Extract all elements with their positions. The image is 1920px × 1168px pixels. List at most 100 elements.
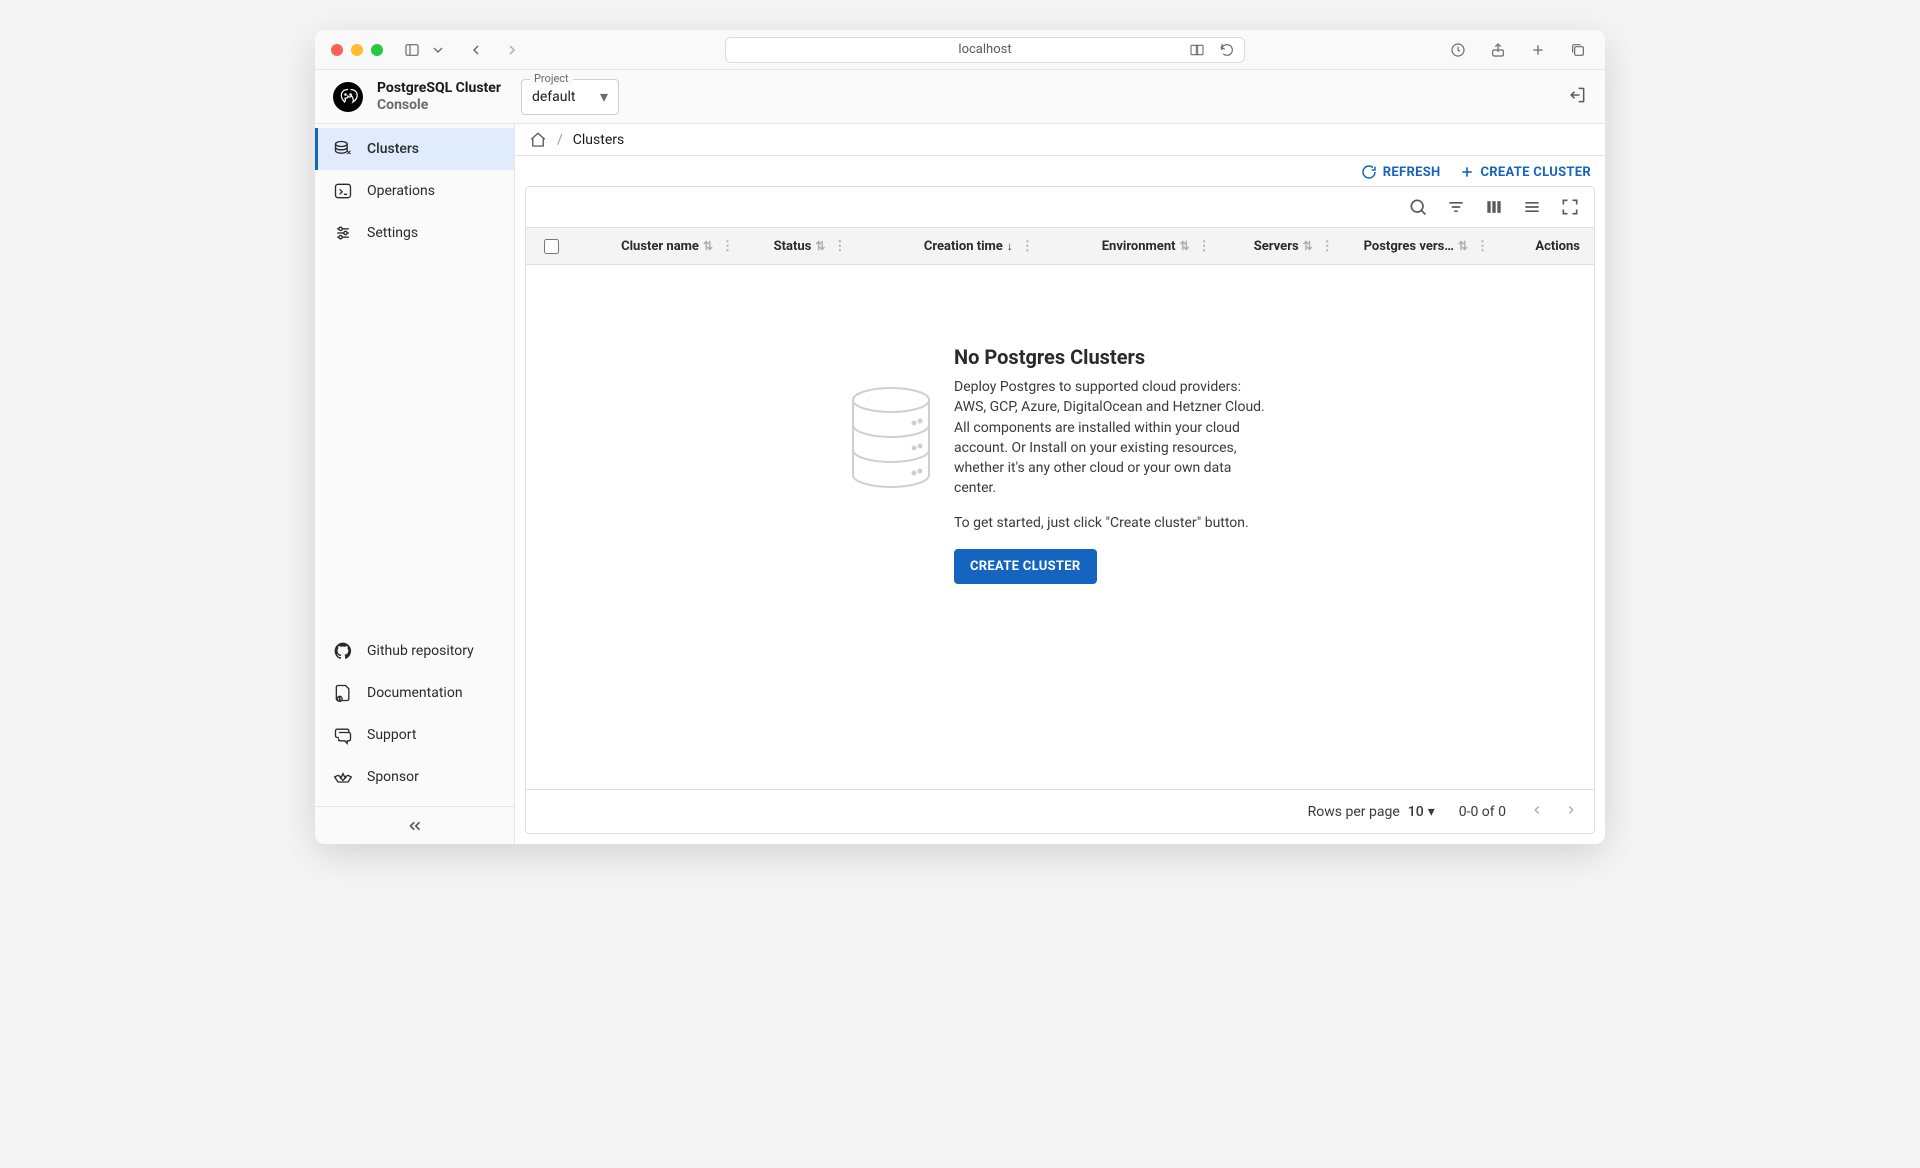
tabs-icon[interactable]: [1567, 39, 1589, 61]
app-body: Clusters Operations Settings Github repo…: [315, 124, 1605, 844]
sidebar-nav: Clusters Operations Settings: [315, 124, 514, 622]
sidebar-item-operations[interactable]: Operations: [315, 170, 514, 212]
search-icon[interactable]: [1408, 197, 1428, 217]
maximize-window-button[interactable]: [371, 44, 383, 56]
column-status[interactable]: Status ⇅ ⋮: [742, 239, 854, 254]
browser-window: localhost: [315, 30, 1605, 844]
plus-icon: [1459, 164, 1475, 180]
breadcrumb: / Clusters: [515, 124, 1605, 156]
database-icon: [333, 139, 353, 159]
sort-icon: ⇅: [703, 239, 713, 253]
forward-button[interactable]: [501, 39, 523, 61]
column-cluster-name[interactable]: Cluster name ⇅ ⋮: [576, 239, 742, 254]
back-button[interactable]: [465, 39, 487, 61]
reader-icon[interactable]: [1186, 39, 1208, 61]
filter-icon[interactable]: [1446, 197, 1466, 217]
sidebar-item-label: Settings: [367, 225, 418, 241]
rows-per-page-select[interactable]: 10 ▾: [1408, 804, 1435, 820]
sidebar-item-support[interactable]: Support: [315, 714, 514, 756]
history-icon[interactable]: [1447, 39, 1469, 61]
sort-desc-icon: ↓: [1007, 239, 1013, 253]
app-title-block: PostgreSQL Cluster Console: [377, 80, 501, 112]
app-logo: [333, 82, 363, 112]
column-menu-icon[interactable]: ⋮: [829, 239, 846, 254]
sidebar-item-label: Operations: [367, 183, 435, 199]
support-icon: [333, 725, 353, 745]
pagination-range: 0-0 of 0: [1459, 804, 1506, 820]
column-menu-icon[interactable]: ⋮: [1472, 239, 1489, 254]
column-actions: Actions: [1497, 239, 1594, 254]
column-menu-icon[interactable]: ⋮: [717, 239, 734, 254]
column-servers[interactable]: Servers ⇅ ⋮: [1219, 239, 1342, 254]
chevron-double-left-icon: [406, 817, 424, 835]
column-postgres-version[interactable]: Postgres vers… ⇅ ⋮: [1342, 239, 1497, 254]
operations-icon: [333, 181, 353, 201]
select-all-checkbox[interactable]: [526, 239, 576, 254]
column-menu-icon[interactable]: ⋮: [1317, 239, 1334, 254]
column-creation-time[interactable]: Creation time ↓ ⋮: [854, 239, 1041, 254]
sidebar: Clusters Operations Settings Github repo…: [315, 124, 515, 844]
new-tab-icon[interactable]: [1527, 39, 1549, 61]
reload-icon[interactable]: [1216, 39, 1238, 61]
page-actions: REFRESH CREATE CLUSTER: [515, 156, 1605, 186]
create-cluster-label: CREATE CLUSTER: [1481, 165, 1592, 180]
sidebar-toggle-icon[interactable]: [401, 39, 423, 61]
empty-state: No Postgres Clusters Deploy Postgres to …: [526, 265, 1594, 789]
columns-icon[interactable]: [1484, 197, 1504, 217]
empty-description: Deploy Postgres to supported cloud provi…: [954, 377, 1274, 499]
sidebar-item-documentation[interactable]: i Documentation: [315, 672, 514, 714]
create-cluster-primary-button[interactable]: CREATE CLUSTER: [954, 549, 1097, 584]
sidebar-footer: Github repository i Documentation Suppor…: [315, 622, 514, 806]
chevron-down-icon: ▾: [600, 87, 608, 106]
svg-text:i: i: [339, 698, 340, 703]
next-page-button[interactable]: [1564, 803, 1578, 821]
table-header: Cluster name ⇅ ⋮ Status ⇅ ⋮ Creation tim…: [526, 227, 1594, 265]
address-bar[interactable]: localhost: [725, 37, 1245, 63]
sort-icon: ⇅: [1458, 239, 1468, 253]
empty-text-block: No Postgres Clusters Deploy Postgres to …: [954, 345, 1274, 584]
documentation-icon: i: [333, 683, 353, 703]
table-toolbar: [526, 187, 1594, 227]
empty-title: No Postgres Clusters: [954, 345, 1274, 369]
column-environment[interactable]: Environment ⇅ ⋮: [1042, 239, 1219, 254]
density-icon[interactable]: [1522, 197, 1542, 217]
sidebar-item-sponsor[interactable]: Sponsor: [315, 756, 514, 798]
sort-icon: ⇅: [1180, 239, 1190, 253]
app-subtitle: Console: [377, 97, 501, 113]
sponsor-icon: [333, 767, 353, 787]
prev-page-button[interactable]: [1530, 803, 1544, 821]
table-footer: Rows per page 10 ▾ 0-0 of 0: [526, 789, 1594, 833]
create-cluster-button[interactable]: CREATE CLUSTER: [1459, 164, 1592, 180]
sidebar-item-github[interactable]: Github repository: [315, 630, 514, 672]
logout-icon[interactable]: [1567, 85, 1587, 109]
main-content: / Clusters REFRESH CREATE CLUSTER: [515, 124, 1605, 844]
sidebar-item-settings[interactable]: Settings: [315, 212, 514, 254]
rows-per-page: Rows per page 10 ▾: [1308, 804, 1435, 820]
minimize-window-button[interactable]: [351, 44, 363, 56]
home-icon[interactable]: [529, 131, 547, 149]
sidebar-item-label: Clusters: [367, 141, 419, 157]
chevron-down-icon[interactable]: [427, 39, 449, 61]
window-controls: [331, 44, 383, 56]
column-menu-icon[interactable]: ⋮: [1194, 239, 1211, 254]
sidebar-item-clusters[interactable]: Clusters: [315, 128, 514, 170]
sidebar-item-label: Documentation: [367, 685, 463, 701]
fullscreen-icon[interactable]: [1560, 197, 1580, 217]
share-icon[interactable]: [1487, 39, 1509, 61]
close-window-button[interactable]: [331, 44, 343, 56]
pager: [1530, 803, 1578, 821]
app-header: PostgreSQL Cluster Console Project defau…: [315, 70, 1605, 124]
settings-icon: [333, 223, 353, 243]
sidebar-collapse-button[interactable]: [315, 806, 514, 844]
data-card: Cluster name ⇅ ⋮ Status ⇅ ⋮ Creation tim…: [525, 186, 1595, 834]
breadcrumb-current: Clusters: [573, 132, 624, 148]
sidebar-item-label: Support: [367, 727, 416, 743]
rows-per-page-label: Rows per page: [1308, 804, 1400, 820]
refresh-button[interactable]: REFRESH: [1361, 164, 1441, 180]
sort-icon: ⇅: [815, 239, 825, 253]
column-menu-icon[interactable]: ⋮: [1017, 239, 1034, 254]
project-select[interactable]: Project default ▾: [521, 79, 619, 115]
chevron-down-icon: ▾: [1428, 804, 1435, 820]
github-icon: [333, 641, 353, 661]
database-illustration-icon: [846, 385, 936, 499]
